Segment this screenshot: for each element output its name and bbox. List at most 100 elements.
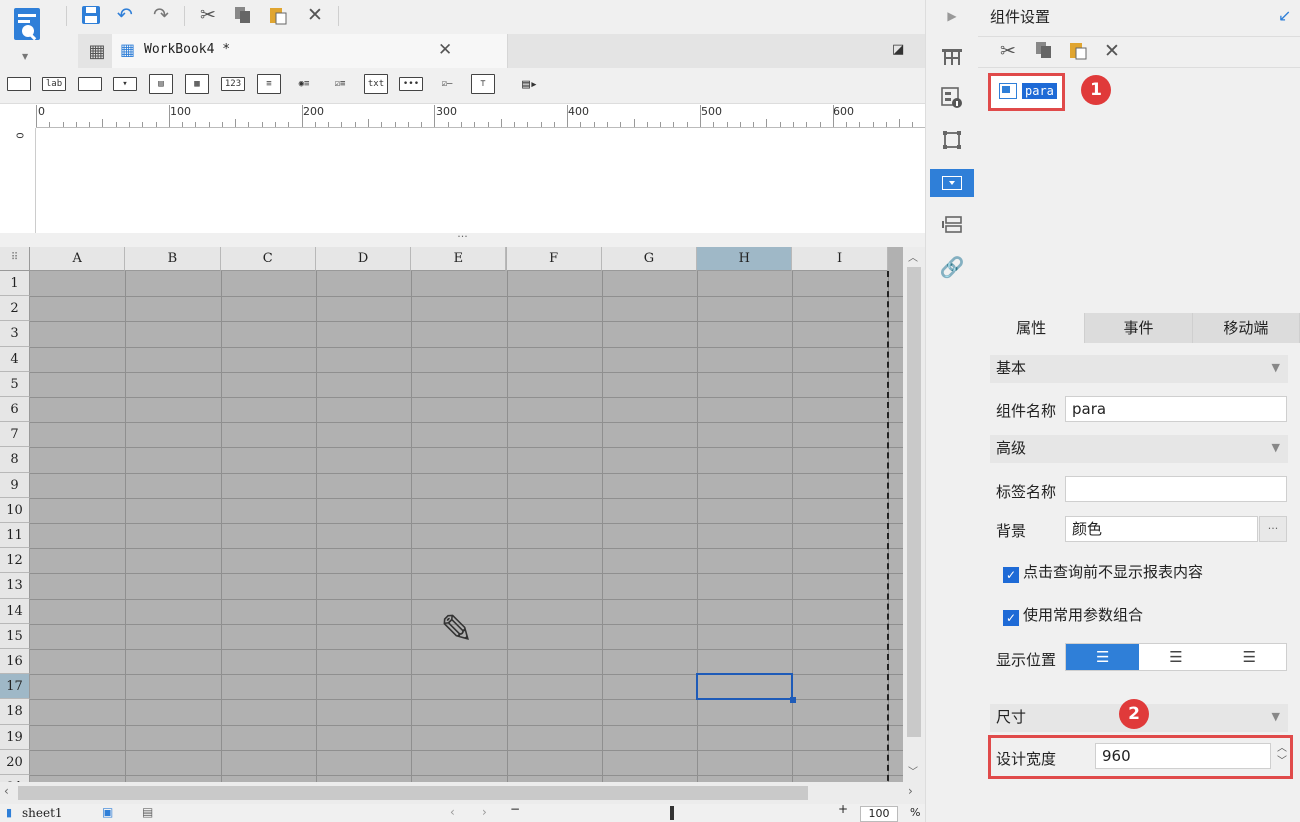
component-name-input[interactable]: para bbox=[1065, 396, 1287, 422]
paste-icon[interactable] bbox=[1068, 40, 1088, 65]
collapse-arrow-icon[interactable]: ↙ bbox=[1278, 6, 1291, 25]
undo-icon[interactable]: ↶ bbox=[112, 2, 138, 28]
zoom-in-button[interactable]: + bbox=[838, 802, 848, 816]
number-widget-icon[interactable]: 123 bbox=[221, 77, 245, 91]
tab-mobile[interactable]: 移动端 bbox=[1192, 313, 1300, 343]
tree-widget-icon[interactable]: ⊤ bbox=[471, 74, 495, 94]
column-header[interactable]: I bbox=[792, 247, 888, 271]
row-header[interactable]: 20 bbox=[0, 749, 30, 775]
spin-down-icon[interactable]: ﹀ bbox=[1272, 755, 1292, 768]
spreadsheet-grid[interactable]: ⠿ ABCDEFGHI 1 2 3 4 5 6 7 8 9 10 11 12 13 14 15 16 17 18 1… bbox=[0, 247, 903, 782]
row-header[interactable]: 17 bbox=[0, 674, 30, 700]
column-header[interactable]: A bbox=[30, 247, 126, 271]
vertical-scrollbar[interactable]: ︿ ﹀ bbox=[903, 247, 925, 782]
row-header[interactable]: 15 bbox=[0, 623, 30, 649]
row-header[interactable]: 13 bbox=[0, 573, 30, 599]
tag-name-input[interactable] bbox=[1065, 476, 1287, 502]
txt-widget-icon[interactable]: txt bbox=[364, 74, 388, 94]
row-header[interactable]: 12 bbox=[0, 548, 30, 574]
sheet-tab[interactable]: sheet1 bbox=[22, 806, 63, 820]
zoom-input[interactable]: 100 bbox=[860, 806, 898, 822]
row-header[interactable]: 18 bbox=[0, 699, 30, 725]
row-header[interactable]: 2 bbox=[0, 296, 30, 322]
tab-workbook[interactable]: ▦ WorkBook4 * ✕ bbox=[112, 34, 508, 68]
row-header[interactable]: 7 bbox=[0, 422, 30, 448]
component-item-para[interactable]: para bbox=[988, 73, 1065, 111]
horizontal-scrollbar[interactable]: ‹ › bbox=[0, 782, 925, 804]
section-advanced[interactable]: 高级 ▼ bbox=[990, 435, 1288, 463]
vertical-scroll-thumb[interactable] bbox=[907, 267, 921, 737]
design-width-input[interactable]: 960 bbox=[1095, 743, 1271, 769]
add-form-sheet-icon[interactable]: ▤ bbox=[142, 805, 153, 819]
menu-dropdown-icon[interactable]: ◪ bbox=[892, 42, 904, 57]
expand-arrow-icon[interactable]: ▶ bbox=[938, 2, 966, 30]
zoom-slider-thumb[interactable] bbox=[670, 806, 674, 820]
row-header[interactable]: 8 bbox=[0, 447, 30, 473]
row-header[interactable]: 19 bbox=[0, 724, 30, 750]
cut-icon[interactable]: ✂ bbox=[195, 2, 221, 28]
background-more-button[interactable]: ··· bbox=[1259, 516, 1287, 542]
align-right-icon[interactable]: ☰ bbox=[1213, 644, 1286, 670]
row-header[interactable]: 14 bbox=[0, 598, 30, 624]
column-header[interactable]: G bbox=[601, 247, 698, 271]
textarea-widget-icon[interactable]: ≡ bbox=[257, 74, 281, 94]
parameter-pane[interactable]: 0 100 200 300 400 500 600 0 bbox=[0, 103, 925, 234]
layout-icon[interactable] bbox=[938, 42, 966, 70]
close-icon[interactable]: ✕ bbox=[438, 40, 452, 60]
row-header[interactable]: 3 bbox=[0, 321, 30, 347]
textbox-widget-icon[interactable] bbox=[78, 77, 102, 91]
section-basic[interactable]: 基本 ▼ bbox=[990, 355, 1288, 383]
list-settings-icon[interactable] bbox=[938, 211, 966, 239]
delete-icon[interactable]: ✕ bbox=[1104, 40, 1120, 62]
paste-icon[interactable] bbox=[265, 2, 291, 28]
list-widget-icon[interactable]: ▤ bbox=[149, 74, 173, 94]
app-menu-button[interactable]: ▼ bbox=[10, 4, 56, 62]
link-icon[interactable]: 🔗 bbox=[938, 253, 966, 281]
horizontal-scroll-thumb[interactable] bbox=[18, 786, 808, 800]
label-widget-icon[interactable] bbox=[7, 77, 31, 91]
cut-icon[interactable]: ✂ bbox=[1000, 40, 1016, 62]
add-sheet-icon[interactable]: ▣ bbox=[102, 805, 113, 819]
column-header[interactable]: H bbox=[697, 247, 793, 271]
row-header[interactable]: 21 bbox=[0, 775, 30, 782]
delete-icon[interactable]: ✕ bbox=[302, 2, 328, 28]
password-widget-icon[interactable]: ••• bbox=[399, 77, 423, 91]
column-header[interactable]: F bbox=[506, 247, 602, 271]
frame-icon[interactable] bbox=[938, 126, 966, 154]
checkbox-widget-icon[interactable]: ☑– bbox=[435, 74, 459, 94]
component-settings-icon[interactable] bbox=[930, 169, 974, 197]
align-center-icon[interactable]: ☰ bbox=[1139, 644, 1212, 670]
row-header[interactable]: 16 bbox=[0, 649, 30, 675]
copy-icon[interactable] bbox=[1034, 40, 1054, 65]
save-icon[interactable] bbox=[78, 2, 104, 28]
tab-events[interactable]: 事件 bbox=[1085, 313, 1193, 343]
pane-splitter[interactable]: ··· bbox=[0, 231, 925, 247]
radio-group-icon[interactable]: ◉≡ bbox=[292, 74, 316, 94]
scroll-down-icon[interactable]: ﹀ bbox=[908, 763, 918, 778]
column-header[interactable]: E bbox=[411, 247, 507, 271]
next-sheet-icon[interactable]: › bbox=[482, 805, 487, 819]
copy-icon[interactable] bbox=[230, 2, 256, 28]
new-grid-icon[interactable]: ▦ bbox=[84, 38, 110, 64]
combobox-widget-icon[interactable]: ▾ bbox=[113, 77, 137, 91]
align-left-icon[interactable]: ☰ bbox=[1066, 644, 1140, 670]
redo-icon[interactable]: ↷ bbox=[148, 2, 174, 28]
prev-sheet-icon[interactable]: ‹ bbox=[450, 805, 455, 819]
checkbox-group-icon[interactable]: ☑≡ bbox=[328, 74, 352, 94]
scroll-up-icon[interactable]: ︿ bbox=[908, 249, 918, 264]
tab-properties[interactable]: 属性 bbox=[978, 313, 1086, 343]
row-header[interactable]: 1 bbox=[0, 271, 30, 297]
widget-info-icon[interactable] bbox=[938, 84, 966, 112]
select-all-corner[interactable]: ⠿ bbox=[0, 247, 30, 271]
row-header[interactable]: 10 bbox=[0, 497, 30, 523]
column-header[interactable]: B bbox=[125, 247, 221, 271]
scroll-left-icon[interactable]: ‹ bbox=[4, 784, 9, 798]
row-header[interactable]: 6 bbox=[0, 397, 30, 423]
column-header[interactable]: C bbox=[220, 247, 316, 271]
row-header[interactable]: 11 bbox=[0, 523, 30, 549]
row-header[interactable]: 4 bbox=[0, 346, 30, 372]
row-header[interactable]: 9 bbox=[0, 472, 30, 498]
selected-cell[interactable] bbox=[696, 673, 797, 704]
width-spinner[interactable]: ︿ ﹀ bbox=[1272, 742, 1292, 770]
date-widget-icon[interactable]: ▦ bbox=[185, 74, 209, 94]
